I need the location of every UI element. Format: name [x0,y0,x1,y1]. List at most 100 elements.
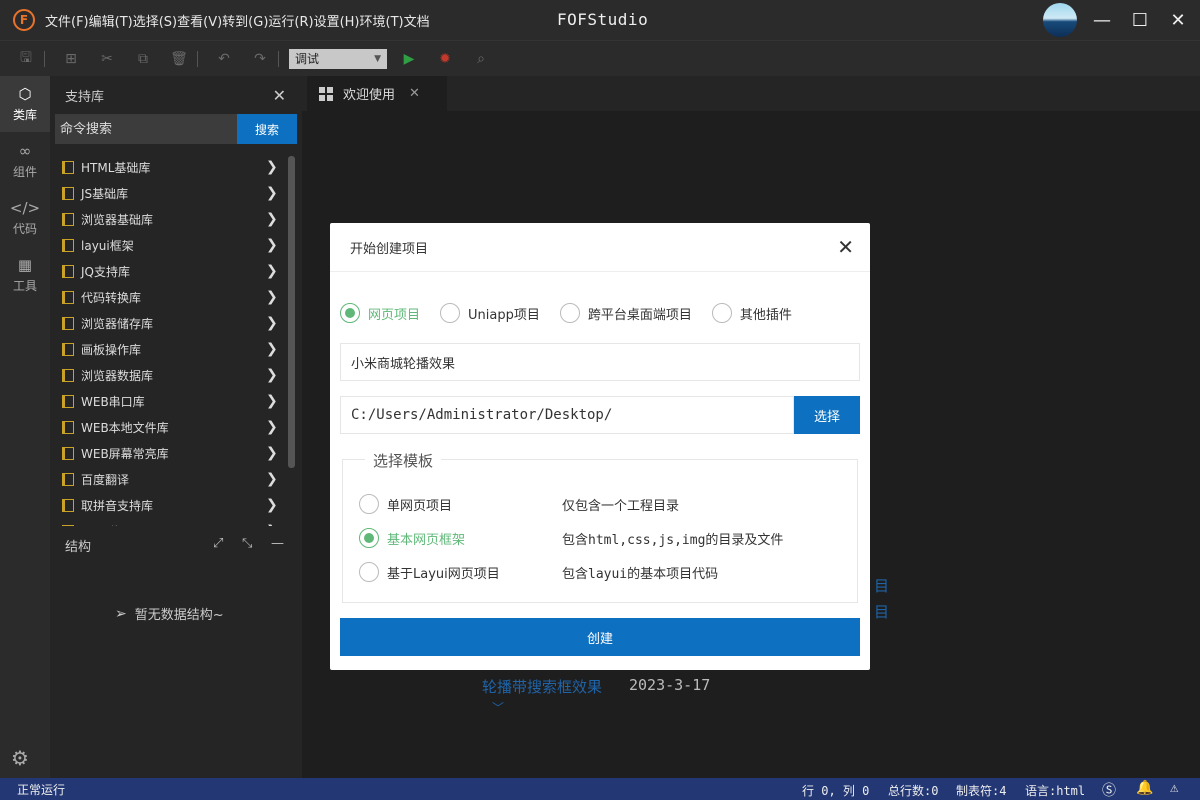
cut-icon[interactable]: ✂ [97,49,117,69]
template-fieldset: 选择模板 单网页项目 仅包含一个工程目录 基本网页框架 包含html,css,j… [342,450,858,603]
library-item[interactable]: 取拼音支持库 ❯ [50,492,302,518]
chevron-right-icon[interactable]: ❯ [266,445,278,461]
menu-file[interactable]: 文件(F) [45,11,89,30]
chevron-right-icon[interactable]: ❯ [266,211,278,227]
activity-components[interactable]: ∞ 组件 [0,133,50,189]
library-item[interactable]: 浏览器数据库 ❯ [50,362,302,388]
chevron-right-icon[interactable]: ❯ [266,497,278,513]
library-item[interactable]: WEB串口库 ❯ [50,388,302,414]
chevron-right-icon[interactable]: ❯ [266,341,278,357]
library-item[interactable]: 代码转换库 ❯ [50,284,302,310]
undo-icon[interactable]: ↶ [214,49,234,69]
library-item[interactable]: HTML基础库 ❯ [50,154,302,180]
project-type-web[interactable]: 网页项目 [340,303,420,323]
chevron-down-icon[interactable]: ﹀ [492,699,504,716]
template-option-single-page[interactable]: 单网页项目 仅包含一个工程目录 [359,494,849,514]
title-bar: F 文件(F) 编辑(T) 选择(S) 查看(V) 转到(G) 运行(R) 设置… [0,0,1200,40]
menu-environment[interactable]: 环境(T) [360,11,404,30]
menu-settings[interactable]: 设置(H) [314,11,360,30]
minimize-panel-icon[interactable]: — [271,536,284,551]
project-name-field[interactable]: 小米商城轮播效果 [340,343,860,381]
inspect-icon[interactable]: ⌕ [471,49,491,69]
library-item-label: WEB截屏工具 [81,523,157,527]
library-item[interactable]: 浏览器储存库 ❯ [50,310,302,336]
choose-path-button[interactable]: 选择 [794,396,860,434]
chevron-right-icon[interactable]: ❯ [266,159,278,175]
project-type-plugin[interactable]: 其他插件 [711,303,792,323]
create-button[interactable]: 创建 [340,618,860,656]
activity-library[interactable]: ⬡ 类库 [0,76,50,132]
redo-icon[interactable]: ↷ [250,49,270,69]
library-item[interactable]: WEB本地文件库 ❯ [50,414,302,440]
debug-bug-icon[interactable]: ✹ [435,49,455,69]
library-item[interactable]: JS基础库 ❯ [50,180,302,206]
run-mode-select[interactable]: 调试 ▼ [289,48,387,69]
library-item[interactable]: 画板操作库 ❯ [50,336,302,362]
close-icon[interactable]: ✕ [273,86,286,105]
book-icon [62,524,74,526]
project-type-uniapp[interactable]: Uniapp项目 [440,303,540,323]
tab-close-icon[interactable]: ✕ [409,86,420,101]
library-item[interactable]: 浏览器基础库 ❯ [50,206,302,232]
dollar-icon[interactable]: Ⓢ [1102,780,1116,800]
library-item[interactable]: JQ支持库 ❯ [50,258,302,284]
book-icon [62,212,74,226]
chevron-right-icon[interactable]: ❯ [266,263,278,279]
library-item[interactable]: WEB截屏工具 ❯ [50,518,302,526]
menu-view[interactable]: 查看(V) [177,11,222,30]
status-language[interactable]: 语言:html [1025,782,1085,799]
menu-edit[interactable]: 编辑(T) [89,11,133,30]
activity-code[interactable]: </> 代码 [0,190,50,246]
chevron-right-icon[interactable]: ❯ [266,523,278,526]
chevron-right-icon[interactable]: ❯ [266,419,278,435]
close-icon[interactable]: ✕ [837,235,854,259]
template-option-layui[interactable]: 基于Layui网页项目 包含layui的基本项目代码 [359,562,849,582]
recent-project-link[interactable]: 目 [874,575,889,596]
recent-project-link[interactable]: 轮播带搜索框效果 [482,676,602,697]
scrollbar[interactable] [288,156,295,468]
project-type-desktop[interactable]: 跨平台桌面端项目 [559,303,692,323]
menu-select[interactable]: 选择(S) [133,11,177,30]
toolbar-divider [197,50,198,67]
chevron-right-icon[interactable]: ❯ [266,237,278,253]
dialog-header: 开始创建项目 ✕ [330,223,870,272]
radio-selected-icon [340,303,360,323]
chevron-right-icon[interactable]: ❯ [266,471,278,487]
chevron-right-icon[interactable]: ❯ [266,315,278,331]
user-avatar[interactable] [1043,3,1077,37]
menu-run[interactable]: 运行(R) [268,11,313,30]
delete-icon[interactable]: 🗑 [169,49,189,69]
project-path-field[interactable]: C:/Users/Administrator/Desktop/ [340,396,794,434]
book-icon [62,186,74,200]
tab-welcome[interactable]: 欢迎使用 ✕ [307,76,447,111]
maximize-icon[interactable]: ☐ [1128,8,1152,32]
chevron-right-icon[interactable]: ❯ [266,367,278,383]
search-button[interactable]: 搜索 [237,114,297,144]
bell-icon[interactable]: 🔔 [1136,780,1153,796]
library-item[interactable]: layui框架 ❯ [50,232,302,258]
chevron-right-icon[interactable]: ❯ [266,185,278,201]
chevron-right-icon[interactable]: ❯ [266,289,278,305]
minimize-icon[interactable]: — [1090,8,1114,32]
activity-tools[interactable]: ▦ 工具 [0,247,50,303]
library-item[interactable]: 百度翻译 ❯ [50,466,302,492]
recent-project-link[interactable]: 目 [874,601,889,622]
status-cursor-position[interactable]: 行 0, 列 0 [802,782,869,799]
close-window-icon[interactable]: ✕ [1166,8,1190,32]
status-tab-size[interactable]: 制表符:4 [956,782,1006,799]
notifications-icon[interactable]: ⚠ [1170,780,1178,796]
menu-goto[interactable]: 转到(G) [222,11,268,30]
search-input[interactable] [55,114,237,144]
copy-icon[interactable]: ⧉ [133,49,153,69]
gear-icon[interactable]: ⚙ [11,746,29,770]
menu-docs[interactable]: 文档 [404,11,430,30]
expand-icon[interactable]: ⤢ [213,536,223,551]
template-option-basic-framework[interactable]: 基本网页框架 包含html,css,js,img的目录及文件 [359,528,849,548]
chevron-right-icon[interactable]: ❯ [266,393,278,409]
collapse-icon[interactable]: ⤡ [242,536,252,551]
save-icon[interactable]: 🖫 [16,49,36,69]
library-item[interactable]: WEB屏幕常亮库 ❯ [50,440,302,466]
paper-plane-icon: ➢ [115,605,127,622]
save-all-icon[interactable]: ⊞ [61,49,81,69]
run-icon[interactable]: ▶ [399,49,419,69]
